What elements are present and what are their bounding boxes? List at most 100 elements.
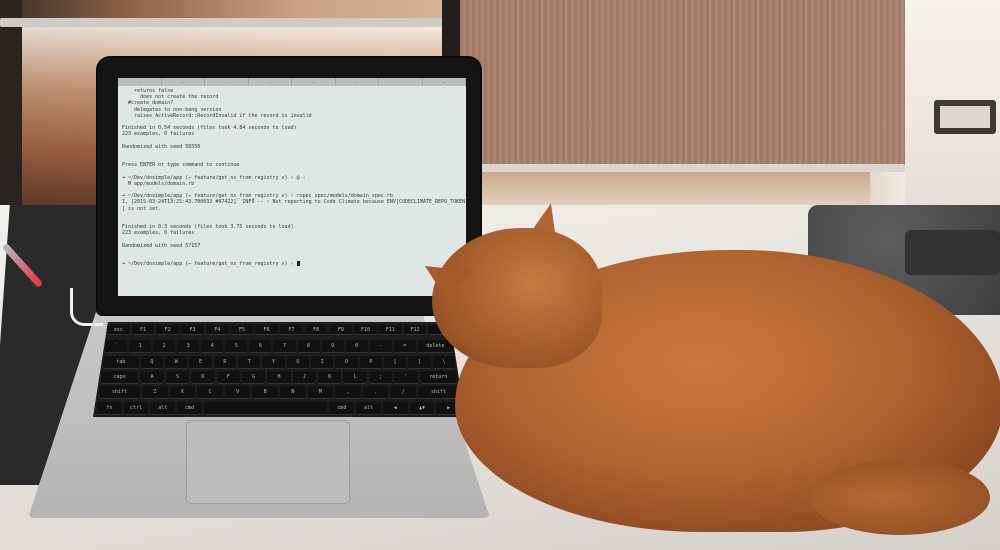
keyboard-key[interactable]: .	[362, 386, 389, 400]
keyboard-key[interactable]: F5	[230, 325, 254, 335]
keyboard-key[interactable]: L	[343, 370, 367, 384]
keyboard-key[interactable]: 4	[201, 340, 224, 354]
photo-scene: esc F1 F2 F3 F4 F5 F6 F7 F8 F9 F10 F11 F12 ` 1 2 3 4 5 6 7 8 9…	[0, 0, 1000, 550]
keyboard-key[interactable]: F8	[304, 325, 328, 335]
keyboard-key[interactable]: 1	[129, 340, 152, 354]
keyboard-row: esc F1 F2 F3 F4 F5 F6 F7 F8 F9 F10 F11 F12	[107, 325, 452, 335]
keyboard-key[interactable]: T	[238, 355, 261, 369]
keyboard-key[interactable]: ,	[335, 386, 361, 400]
keyboard-key[interactable]: A	[140, 370, 164, 384]
keyboard-key[interactable]: W	[165, 355, 188, 369]
keyboard-key[interactable]: G	[241, 370, 266, 384]
keyboard-key[interactable]: F12	[403, 325, 427, 335]
cat-tail	[810, 460, 990, 535]
keyboard-key[interactable]: F1	[131, 325, 155, 335]
keyboard-key[interactable]: F11	[378, 325, 402, 335]
keyboard-key[interactable]: 7	[273, 340, 296, 354]
keyboard-key[interactable]: 5	[225, 340, 248, 354]
keyboard-key[interactable]: cmd	[177, 401, 202, 415]
light-switch-icon	[934, 100, 996, 134]
terminal-tab[interactable]: …	[292, 78, 336, 86]
keyboard-key[interactable]: N	[280, 386, 306, 400]
keyboard-key[interactable]: =	[393, 340, 416, 354]
keyboard-key[interactable]: F4	[205, 325, 229, 335]
keyboard-key[interactable]: ◀	[382, 401, 408, 415]
keyboard-key[interactable]: F7	[280, 325, 303, 335]
terminal-tab[interactable]: …	[205, 78, 249, 86]
keyboard-key[interactable]: ctrl	[123, 401, 149, 415]
keyboard-key[interactable]: V	[224, 386, 251, 400]
laptop-screen[interactable]: …………………… returns false does not create t…	[118, 78, 466, 296]
keyboard-key[interactable]: delete	[417, 340, 454, 354]
keyboard-key[interactable]: F3	[181, 325, 204, 335]
keyboard-key[interactable]: `	[105, 340, 128, 354]
keyboard-key[interactable]: ▲▼	[409, 401, 435, 415]
keyboard-key[interactable]: J	[292, 370, 317, 384]
keyboard-key[interactable]: \	[432, 355, 455, 369]
terminal-tab[interactable]: …	[379, 78, 423, 86]
keyboard-key[interactable]: 0	[345, 340, 368, 354]
terminal-tab[interactable]: …	[118, 78, 162, 86]
keyboard-key[interactable]: esc	[107, 325, 130, 335]
keyboard-key[interactable]: '	[394, 370, 418, 384]
keyboard-key[interactable]: ]	[408, 355, 431, 369]
blind-bottom-bar	[478, 164, 906, 172]
keyboard-key[interactable]: Z	[141, 386, 168, 400]
keyboard-key[interactable]: ;	[368, 370, 393, 384]
keyboard-key[interactable]: F6	[255, 325, 279, 335]
keyboard-key[interactable]: [	[384, 355, 407, 369]
keyboard-key[interactable]: 9	[321, 340, 344, 354]
terminal-output[interactable]: returns false does not create the record…	[118, 86, 466, 269]
keyboard-key[interactable]: caps	[101, 370, 139, 384]
keyboard-key[interactable]: M	[307, 386, 334, 400]
keyboard-key[interactable]: alt	[356, 401, 381, 415]
keyboard-key[interactable]: F10	[354, 325, 377, 335]
keyboard-key[interactable]: tab	[103, 355, 139, 369]
keyboard-key[interactable]: I	[311, 355, 334, 369]
cat-head	[432, 228, 602, 368]
keyboard-key[interactable]: K	[318, 370, 342, 384]
keyboard-key[interactable]: U	[286, 355, 310, 369]
keyboard-key[interactable]: shift	[418, 386, 460, 400]
keyboard-key[interactable]: return	[419, 370, 457, 384]
keyboard-key[interactable]: E	[189, 355, 212, 369]
keyboard-row: tab Q W E R T Y U I O P[] \	[103, 355, 455, 369]
keyboard-key[interactable]: fn	[97, 401, 122, 415]
keyboard-key[interactable]: Q	[140, 355, 164, 369]
keyboard-key[interactable]: -	[369, 340, 392, 354]
keyboard-key[interactable]: F9	[329, 325, 353, 335]
keyboard-key[interactable]: cmd	[329, 401, 355, 415]
terminal-tab-bar: ……………………	[118, 78, 466, 86]
terminal-tab[interactable]: …	[162, 78, 205, 86]
keyboard-key[interactable]: R	[213, 355, 237, 369]
keyboard-key[interactable]: H	[267, 370, 291, 384]
terminal-cursor	[296, 261, 300, 267]
keyboard-key[interactable]: O	[335, 355, 358, 369]
keyboard-key[interactable]: 6	[249, 340, 272, 354]
keyboard-key[interactable]: C	[197, 386, 223, 400]
keyboard-key[interactable]: 8	[297, 340, 320, 354]
keyboard-key[interactable]: shift	[99, 386, 140, 400]
keyboard-key[interactable]: F2	[156, 325, 180, 335]
keyboard-row: fn ctrl alt cmd cmd alt ◀ ▲▼ ▶	[97, 401, 462, 415]
keyboard-key[interactable]: B	[252, 386, 279, 400]
keyboard-key[interactable]: S	[165, 370, 190, 384]
keyboard-key[interactable]: F	[216, 370, 240, 384]
terminal-line: ➜ ~/Dev/dnsimple/app (← feature/get_ns_f…	[122, 261, 462, 267]
terminal-tab[interactable]: …	[249, 78, 292, 86]
keyboard-key[interactable]: /	[390, 386, 417, 400]
blind-bar	[0, 18, 445, 27]
laptop-keyboard: esc F1 F2 F3 F4 F5 F6 F7 F8 F9 F10 F11 F12 ` 1 2 3 4 5 6 7 8 9…	[93, 322, 465, 417]
keyboard-key[interactable]	[203, 401, 328, 415]
keyboard-key[interactable]: 3	[177, 340, 200, 354]
keyboard-key[interactable]: P	[359, 355, 382, 369]
keyboard-key[interactable]: D	[191, 370, 215, 384]
terminal-tab[interactable]: …	[336, 78, 379, 86]
terminal-tab[interactable]: …	[423, 78, 466, 86]
trackpad[interactable]	[186, 420, 350, 504]
keyboard-row: caps A S D F G H J K L; ' return	[101, 370, 457, 384]
keyboard-key[interactable]: 2	[153, 340, 176, 354]
keyboard-key[interactable]: X	[169, 386, 196, 400]
keyboard-key[interactable]: alt	[150, 401, 176, 415]
keyboard-key[interactable]: Y	[262, 355, 285, 369]
